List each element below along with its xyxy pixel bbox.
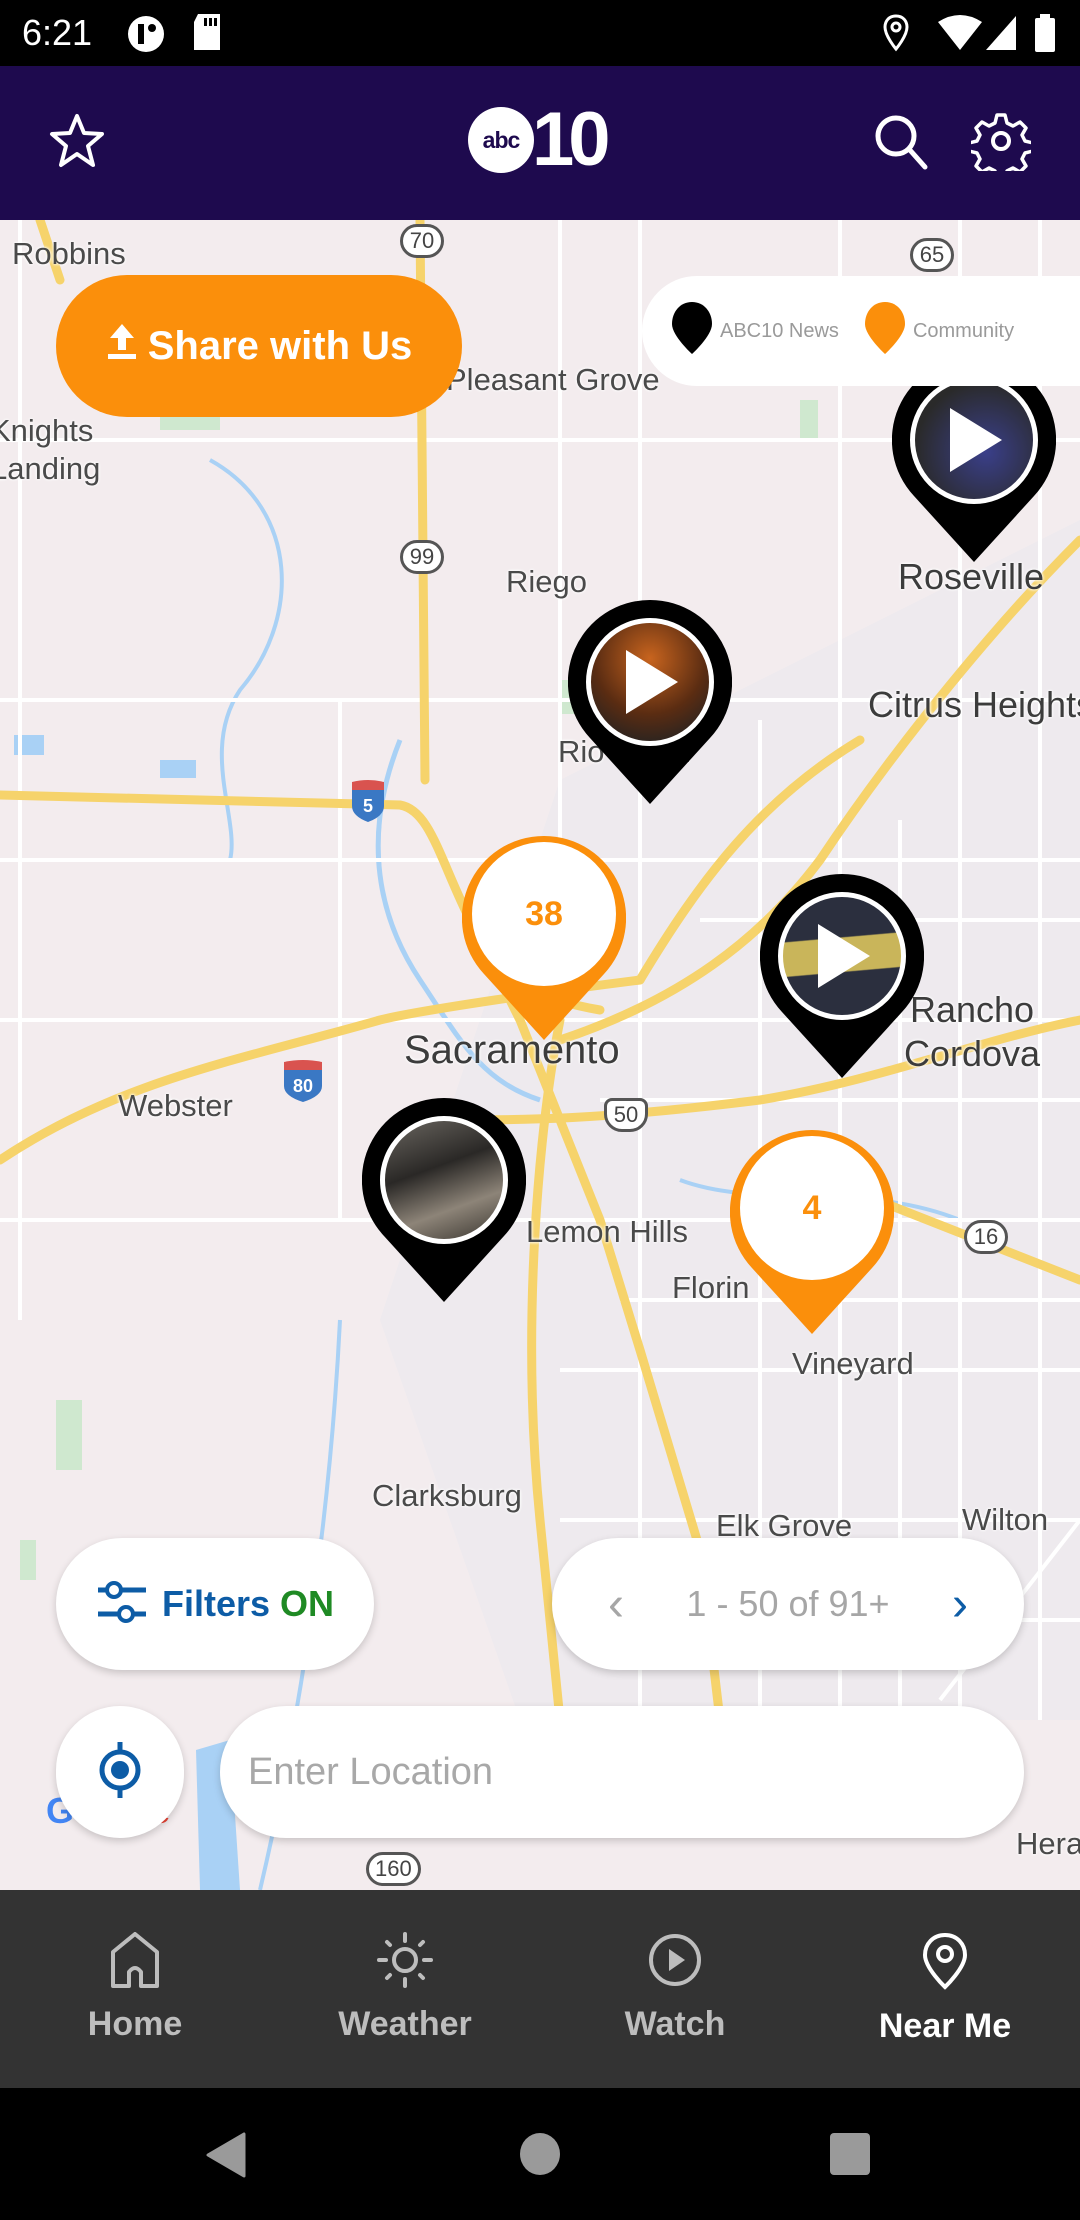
my-location-button[interactable] xyxy=(56,1706,184,1838)
route-shield: 16 xyxy=(964,1220,1008,1254)
favorites-button[interactable] xyxy=(42,108,112,178)
legend-label: Community xyxy=(912,319,1015,342)
app-notification-icon xyxy=(126,14,166,59)
place-label: Vineyard xyxy=(792,1346,914,1381)
system-navigation-bar xyxy=(0,2088,1080,2220)
battery-icon xyxy=(1034,14,1056,57)
route-shield: 50 xyxy=(604,1098,648,1132)
back-button[interactable] xyxy=(204,2132,248,2183)
interstate-shield: 5 xyxy=(350,780,386,822)
interstate-shield: 80 xyxy=(282,1060,324,1102)
nav-watch[interactable]: Watch xyxy=(540,1890,810,2088)
home-icon xyxy=(109,1932,161,1993)
sd-card-icon xyxy=(192,14,222,57)
community-cluster-pin[interactable]: 38 xyxy=(461,835,627,1040)
cluster-count: 4 xyxy=(802,1188,822,1227)
place-label: Roseville xyxy=(898,556,1045,597)
location-input-container xyxy=(220,1706,1024,1838)
play-circle-icon xyxy=(647,1932,703,1993)
sun-icon xyxy=(377,1932,433,1993)
nav-label: Near Me xyxy=(878,2007,1012,2045)
nav-label: Weather xyxy=(338,2005,472,2043)
app-header: abc 10 xyxy=(0,66,1080,220)
legend-label: ABC10 News xyxy=(720,319,839,342)
black-pin-icon xyxy=(670,300,714,362)
news-video-pin[interactable] xyxy=(759,873,925,1078)
place-label: Knights Landing xyxy=(0,413,101,486)
location-input[interactable] xyxy=(248,1750,1024,1794)
route-shield: 160 xyxy=(366,1852,421,1886)
wifi-icon xyxy=(938,14,982,57)
status-bar: 6:21 xyxy=(0,0,1080,66)
filters-button[interactable]: Filters ON xyxy=(56,1538,374,1670)
place-label: Wilton xyxy=(962,1502,1049,1537)
nav-home[interactable]: Home xyxy=(0,1890,270,2088)
search-icon xyxy=(871,111,931,176)
play-icon xyxy=(626,650,678,714)
location-icon xyxy=(882,14,910,57)
play-icon xyxy=(950,408,1002,472)
upload-icon xyxy=(106,322,138,370)
share-label: Share with Us xyxy=(147,323,413,368)
nav-near-me[interactable]: Near Me xyxy=(810,1890,1080,2088)
previous-page-button[interactable]: ‹ xyxy=(596,1577,636,1632)
screen: 6:21 abc 10 Robbins Pleasant Grove Knigh… xyxy=(0,0,1080,2220)
settings-button[interactable] xyxy=(966,108,1036,181)
pin-thumbnail xyxy=(380,1116,508,1244)
nav-label: Home xyxy=(87,2005,183,2043)
nav-weather[interactable]: Weather xyxy=(270,1890,540,2088)
route-shield: 65 xyxy=(910,238,954,272)
place-label: Clarksburg xyxy=(372,1478,522,1513)
legend-item-community: Community xyxy=(863,300,1014,362)
results-pager: ‹ 1 - 50 of 91+ › xyxy=(552,1538,1024,1670)
interstate-number: 80 xyxy=(293,1076,313,1096)
place-label: Webster xyxy=(118,1088,233,1123)
news-photo-pin[interactable] xyxy=(361,1097,527,1302)
recents-button[interactable] xyxy=(828,2132,872,2181)
legend-item-news: ABC10 News xyxy=(670,300,839,362)
map-legend: ABC10 News Community xyxy=(642,276,1080,386)
nav-label: Watch xyxy=(624,2005,726,2043)
place-label: Herald xyxy=(1016,1826,1080,1861)
news-video-pin[interactable] xyxy=(567,599,733,804)
place-label: Pleasant Grove xyxy=(446,362,660,397)
map-pin-icon xyxy=(921,1932,969,1995)
home-system-button[interactable] xyxy=(518,2132,562,2181)
route-shield: 70 xyxy=(400,224,444,258)
place-label: Riego xyxy=(506,564,587,599)
search-button[interactable] xyxy=(866,108,936,178)
crosshair-icon xyxy=(90,1740,150,1805)
pager-text: 1 - 50 of 91+ xyxy=(686,1583,890,1624)
place-label: Citrus Heights xyxy=(868,684,1080,725)
next-page-button[interactable]: › xyxy=(940,1577,980,1632)
abc10-logo: abc 10 xyxy=(468,97,611,182)
signal-icon xyxy=(984,14,1018,57)
place-label: Robbins xyxy=(12,236,126,271)
sliders-icon xyxy=(96,1580,148,1629)
bottom-nav: Home Weather Watch Near Me xyxy=(0,1890,1080,2088)
logo-ball: abc xyxy=(468,107,534,173)
play-icon xyxy=(818,924,870,988)
filters-state: ON xyxy=(280,1583,335,1624)
share-with-us-button[interactable]: Share with Us xyxy=(56,275,462,417)
place-label: Lemon Hills xyxy=(526,1214,688,1249)
interstate-number: 5 xyxy=(363,796,373,816)
filters-label: Filters xyxy=(161,1583,271,1624)
community-cluster-pin[interactable]: 4 xyxy=(729,1129,895,1334)
orange-pin-icon xyxy=(863,300,907,362)
gear-icon xyxy=(967,111,1035,181)
route-shield: 99 xyxy=(400,540,444,574)
news-video-pin[interactable] xyxy=(891,357,1057,562)
logo-number: 10 xyxy=(532,97,611,182)
cluster-count: 38 xyxy=(525,894,563,933)
star-icon xyxy=(47,111,107,176)
status-time: 6:21 xyxy=(22,12,93,53)
